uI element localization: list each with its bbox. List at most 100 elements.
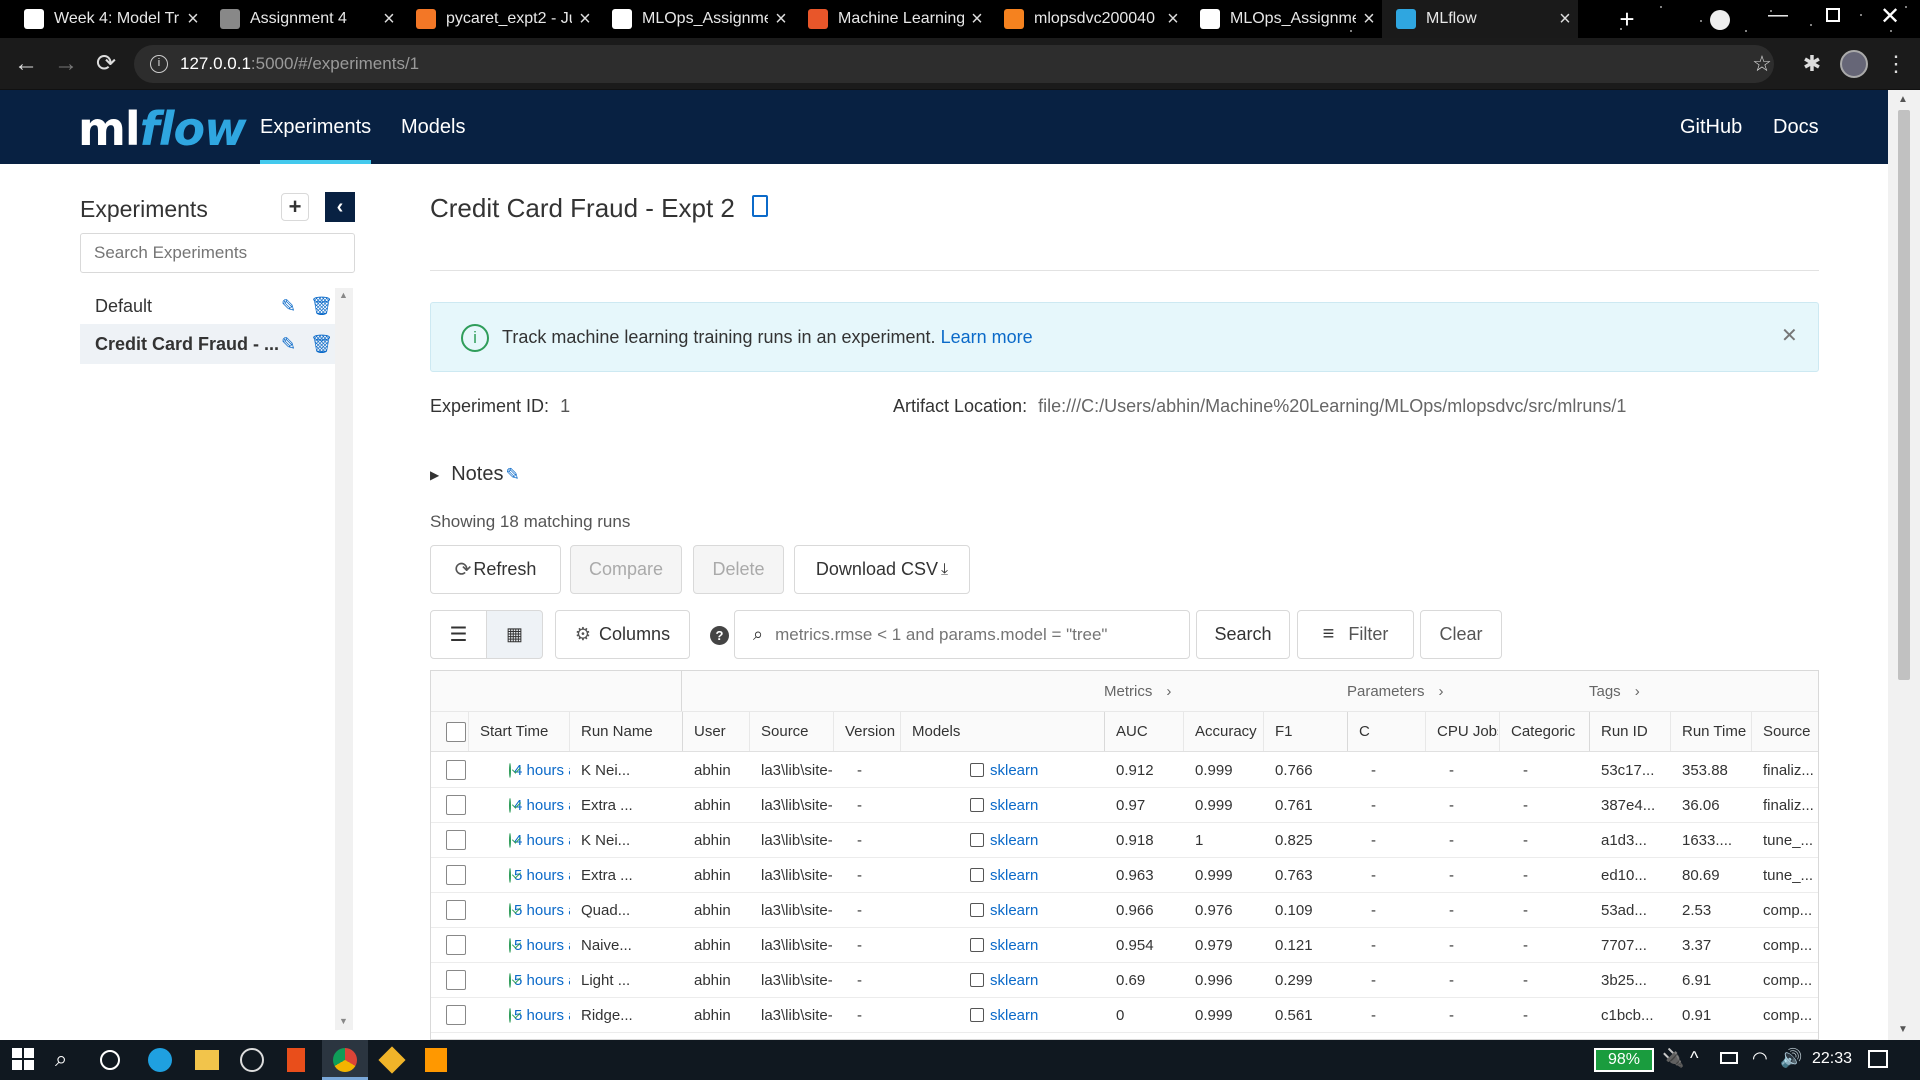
delete-button[interactable]: Delete — [693, 545, 784, 594]
column-header[interactable]: Accuracy — [1183, 712, 1262, 751]
run-model[interactable]: sklearn — [900, 753, 1103, 787]
row-checkbox[interactable] — [446, 865, 466, 885]
battery-indicator[interactable]: 98% — [1594, 1048, 1654, 1072]
notes-toggle[interactable]: ▶ Notes ✎ — [430, 463, 520, 486]
chevron-right-icon[interactable]: › — [1166, 683, 1171, 700]
parameters-group-header[interactable]: Parameters › — [1347, 671, 1444, 711]
git-icon[interactable] — [378, 1046, 406, 1074]
learn-more-link[interactable]: Learn more — [941, 327, 1033, 347]
table-view-toggle[interactable]: ▦ — [486, 610, 543, 659]
edit-experiment-icon[interactable]: ✎ — [281, 296, 296, 317]
run-name[interactable]: Light ... — [569, 963, 681, 997]
volume-icon[interactable]: 🔊 — [1780, 1048, 1802, 1069]
run-search-box[interactable]: ⌕ — [734, 610, 1190, 659]
sidebar-scroll-up-arrow[interactable]: ▲ — [339, 290, 348, 300]
close-banner-icon[interactable]: ✕ — [1781, 323, 1798, 348]
scroll-down-arrow[interactable]: ▼ — [1898, 1024, 1908, 1035]
table-row[interactable]: 5 hours agoLight ... abhin la3\lib\site-p -… — [431, 963, 1818, 998]
wifi-icon[interactable]: ◠ — [1752, 1048, 1768, 1069]
model-link[interactable]: sklearn — [990, 867, 1038, 884]
edge-icon[interactable] — [148, 1048, 172, 1072]
run-start-time-link[interactable]: 4 hours ago — [514, 762, 570, 779]
sidebar-item-default[interactable]: Default ✎ 🗑 — [80, 286, 335, 326]
copy-icon[interactable] — [752, 195, 768, 217]
run-name[interactable]: Quad... — [569, 893, 681, 927]
close-tab-icon[interactable]: × — [376, 8, 402, 31]
table-row[interactable]: 4 hours agoK Nei... abhin la3\lib\site-p - s… — [431, 753, 1818, 788]
close-tab-icon[interactable]: × — [964, 8, 990, 31]
sublime-text-icon[interactable] — [425, 1048, 447, 1072]
run-model[interactable]: sklearn — [900, 893, 1103, 927]
column-header[interactable]: CPU Jobs — [1425, 712, 1498, 751]
browser-tab[interactable]: MLflow × — [1382, 0, 1578, 38]
row-checkbox[interactable] — [446, 970, 466, 990]
address-bar[interactable]: i 127.0.0.1:5000/#/experiments/1 — [134, 45, 1774, 83]
tag-run-id[interactable]: 3b25... — [1589, 963, 1669, 997]
bookmark-star-icon[interactable]: ☆ — [1744, 46, 1780, 82]
select-all-checkbox[interactable] — [446, 721, 466, 742]
delete-experiment-icon[interactable]: 🗑 — [310, 296, 333, 317]
column-header[interactable]: Version — [833, 712, 899, 751]
run-start-time[interactable]: 5 hours ago — [469, 998, 570, 1032]
sidebar-scroll-down-arrow[interactable]: ▼ — [339, 1016, 348, 1026]
nav-github[interactable]: GitHub — [1680, 90, 1742, 164]
row-checkbox[interactable] — [446, 1005, 466, 1025]
close-window-button[interactable]: ✕ — [1880, 2, 1900, 31]
run-start-time-link[interactable]: 5 hours ago — [514, 937, 570, 954]
run-model[interactable]: sklearn — [900, 788, 1103, 822]
browser-tab[interactable]: pycaret_expt2 - Ju × — [402, 0, 598, 38]
sidebar-scrollbar[interactable]: ▲ ▼ — [335, 288, 353, 1030]
collapse-sidebar-icon[interactable]: ‹ — [325, 192, 355, 222]
row-checkbox[interactable] — [446, 830, 466, 850]
run-model[interactable]: sklearn — [900, 858, 1103, 892]
column-header[interactable]: F1 — [1263, 712, 1346, 751]
browser-tab[interactable]: MLOps_Assignme × — [1186, 0, 1382, 38]
run-start-time-link[interactable]: 5 hours ago — [514, 902, 570, 919]
scroll-up-arrow[interactable]: ▲ — [1898, 94, 1908, 105]
row-checkbox[interactable] — [446, 900, 466, 920]
model-link[interactable]: sklearn — [990, 902, 1038, 919]
tag-run-id[interactable]: 53ad... — [1589, 893, 1669, 927]
file-explorer-icon[interactable] — [195, 1050, 219, 1070]
model-link[interactable]: sklearn — [990, 797, 1038, 814]
run-model[interactable]: sklearn — [900, 998, 1103, 1032]
extensions-icon[interactable]: ✱ — [1794, 46, 1830, 82]
column-header[interactable]: Run Time — [1670, 712, 1750, 751]
browser-tab[interactable]: Week 4: Model Tr × — [10, 0, 206, 38]
run-name[interactable]: Extra ... — [569, 858, 681, 892]
chrome-taskbar-item[interactable] — [322, 1040, 368, 1080]
tag-run-id[interactable]: ed10... — [1589, 858, 1669, 892]
notifications-icon[interactable] — [1868, 1050, 1888, 1068]
sidebar-item-credit-card-fraud[interactable]: Credit Card Fraud - ... ✎ 🗑 — [80, 324, 335, 364]
filter-button[interactable]: ≡ Filter — [1297, 610, 1414, 659]
scrollbar-thumb[interactable] — [1898, 110, 1910, 680]
restore-window-button[interactable] — [1826, 8, 1840, 22]
column-header[interactable]: User — [682, 712, 748, 751]
column-header[interactable]: Source — [1751, 712, 1818, 751]
battery-tray-icon[interactable] — [1720, 1052, 1738, 1064]
delete-experiment-icon[interactable]: 🗑 — [310, 334, 333, 355]
edit-experiment-icon[interactable]: ✎ — [281, 334, 296, 355]
minimize-window-button[interactable]: — — [1768, 4, 1788, 27]
clock[interactable]: 22:33 — [1812, 1050, 1852, 1068]
table-row[interactable]: 5 hours agoQuad... abhin la3\lib\site-p - sk… — [431, 893, 1818, 928]
row-checkbox[interactable] — [446, 760, 466, 780]
profile-avatar[interactable] — [1840, 50, 1868, 78]
run-start-time[interactable]: 4 hours ago — [469, 823, 570, 857]
close-tab-icon[interactable]: × — [1160, 8, 1186, 31]
nav-models[interactable]: Models — [401, 90, 465, 164]
windows-start-icon[interactable] — [12, 1048, 34, 1070]
forward-icon[interactable]: → — [48, 46, 84, 82]
model-link[interactable]: sklearn — [990, 832, 1038, 849]
nav-experiments[interactable]: Experiments — [260, 90, 371, 164]
run-name[interactable]: Extra ... — [569, 788, 681, 822]
run-start-time-link[interactable]: 4 hours ago — [514, 797, 570, 814]
table-row[interactable]: 5 hours agoNaive... abhin la3\lib\site-p - s… — [431, 928, 1818, 963]
tag-run-id[interactable]: 387e4... — [1589, 788, 1669, 822]
chevron-right-icon[interactable]: › — [1635, 683, 1640, 700]
caret-right-icon[interactable]: ▶ — [430, 468, 439, 482]
column-header[interactable]: Run Name — [569, 712, 681, 751]
add-experiment-button[interactable]: + — [281, 193, 309, 221]
close-tab-icon[interactable]: × — [768, 8, 794, 31]
close-tab-icon[interactable]: × — [1552, 8, 1578, 31]
